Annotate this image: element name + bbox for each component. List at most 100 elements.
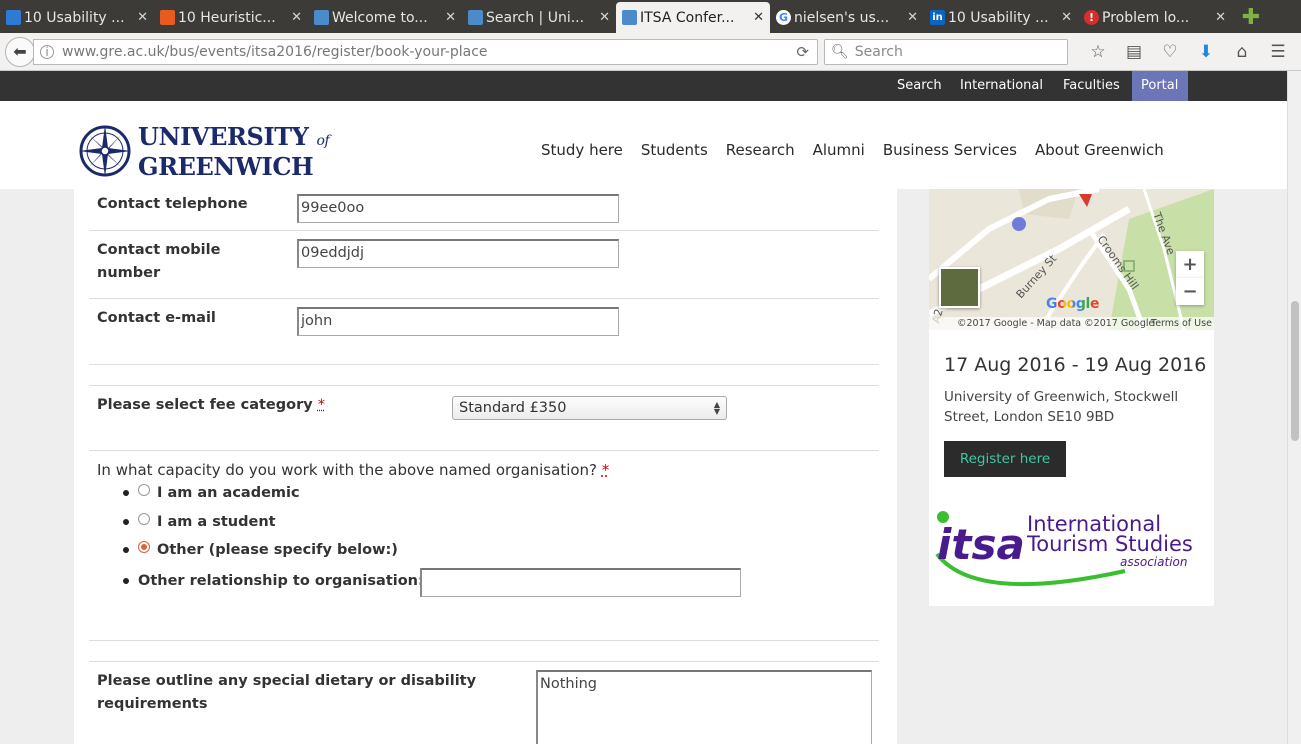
- search-icon: 🔍︎: [831, 43, 849, 60]
- itsa-line2: Tourism Studies: [1026, 532, 1193, 556]
- browser-tab[interactable]: Search | Uni... ✕: [462, 2, 616, 33]
- zoom-out-button[interactable]: −: [1176, 278, 1204, 305]
- nav-alumni[interactable]: Alumni: [804, 141, 874, 159]
- tab-title: Search | Uni...: [486, 9, 585, 26]
- browser-tab-bar: 10 Usability ... ✕ 10 Heuristic... ✕ Welco…: [0, 0, 1301, 33]
- scrollbar-thumb[interactable]: [1291, 301, 1299, 441]
- map-attribution: ©2017 Google - Map data ©2017 Google Ter…: [929, 317, 1214, 330]
- utility-link-search[interactable]: Search: [888, 71, 951, 101]
- booking-form: Contact telephone 99ee0oo Contact mobile…: [74, 189, 897, 744]
- telephone-label: Contact telephone: [97, 196, 248, 212]
- home-icon[interactable]: ⌂: [1224, 42, 1260, 62]
- browser-tab-active[interactable]: ITSA Confer... ✕: [616, 2, 770, 33]
- browser-search-input[interactable]: 🔍︎ Search: [824, 38, 1068, 65]
- browser-tab[interactable]: 10 Usability ... ✕: [0, 2, 154, 33]
- utility-link-international[interactable]: International: [951, 71, 1052, 101]
- logo-line2: GREENWICH: [138, 151, 314, 181]
- option-label: I am an academic: [157, 485, 300, 501]
- tab-favicon-icon: [622, 10, 637, 25]
- radio-academic[interactable]: [138, 484, 150, 496]
- nav-about-greenwich[interactable]: About Greenwich: [1026, 141, 1173, 159]
- radio-student[interactable]: [138, 513, 150, 525]
- close-tab-icon[interactable]: ✕: [1061, 10, 1072, 25]
- url-text: www.gre.ac.uk/bus/events/itsa2016/regist…: [62, 43, 488, 60]
- register-button[interactable]: Register here: [944, 441, 1066, 477]
- select-arrows-icon: ▲ ▼: [713, 400, 720, 416]
- satellite-toggle[interactable]: [939, 267, 980, 308]
- capacity-question: In what capacity do you work with the ab…: [97, 461, 610, 479]
- toolbar-icons: ☆ ▤ ♡ ⬇ ⌂ ☰: [1080, 42, 1296, 62]
- close-tab-icon[interactable]: ✕: [599, 10, 610, 25]
- close-tab-icon[interactable]: ✕: [1215, 10, 1226, 25]
- browser-nav-bar: ⬅ i www.gre.ac.uk/bus/events/itsa2016/re…: [0, 33, 1301, 71]
- nav-research[interactable]: Research: [717, 141, 804, 159]
- divider: [89, 640, 879, 641]
- map-attribution-text: ©2017 Google - Map data ©2017 Google: [957, 318, 1155, 329]
- search-placeholder: Search: [854, 43, 903, 60]
- email-field[interactable]: john: [297, 307, 619, 336]
- browser-tab[interactable]: 10 Heuristic... ✕: [154, 2, 308, 33]
- tab-title: Problem lo...: [1102, 9, 1190, 26]
- event-address: University of Greenwich, Stockwell Stree…: [944, 389, 1179, 425]
- tab-title: 10 Usability ...: [24, 9, 125, 26]
- main-nav: Study here Students Research Alumni Busi…: [532, 141, 1173, 159]
- bullet-icon: [123, 490, 129, 496]
- google-logo: Google: [1046, 296, 1100, 312]
- browser-tab[interactable]: ! Problem lo... ✕: [1078, 2, 1232, 33]
- close-tab-icon[interactable]: ✕: [753, 10, 764, 25]
- form-row-mobile: Contact mobile number 09eddjdj: [89, 231, 879, 299]
- telephone-field[interactable]: 99ee0oo: [297, 194, 619, 223]
- logo-of: of: [316, 132, 330, 149]
- form-row-dietary: Please outline any special dietary or di…: [89, 661, 879, 744]
- tab-title: Welcome to...: [332, 9, 428, 26]
- itsa-line3: association: [1120, 555, 1187, 569]
- option-student[interactable]: I am a student: [123, 513, 276, 530]
- tab-favicon-icon: G: [776, 10, 791, 25]
- close-tab-icon[interactable]: ✕: [907, 10, 918, 25]
- option-other[interactable]: Other (please specify below:): [123, 541, 398, 558]
- itsa-logo: itsa International Tourism Studies assoc…: [935, 511, 1193, 587]
- bullet-icon: [123, 578, 129, 584]
- close-tab-icon[interactable]: ✕: [137, 10, 148, 25]
- bookmark-star-icon[interactable]: ☆: [1080, 42, 1116, 62]
- reading-list-icon[interactable]: ▤: [1116, 42, 1152, 62]
- browser-tab[interactable]: Gnielsen's us... ✕: [770, 2, 924, 33]
- bullet-icon: [123, 547, 129, 553]
- browser-tab[interactable]: Welcome to... ✕: [308, 2, 462, 33]
- form-row-email: Contact e-mail john: [89, 299, 879, 365]
- page-scrollbar[interactable]: [1287, 71, 1301, 744]
- mobile-field[interactable]: 09eddjdj: [297, 239, 619, 268]
- utility-link-portal[interactable]: Portal: [1132, 71, 1188, 101]
- menu-icon[interactable]: ☰: [1260, 42, 1296, 62]
- tab-favicon-icon: [6, 10, 21, 25]
- back-arrow-icon[interactable]: ⬅: [5, 36, 35, 67]
- other-relationship-field[interactable]: [420, 568, 741, 597]
- zoom-in-button[interactable]: +: [1176, 251, 1204, 278]
- dietary-textarea[interactable]: Nothing: [536, 670, 872, 744]
- nav-business-services[interactable]: Business Services: [874, 141, 1026, 159]
- close-tab-icon[interactable]: ✕: [291, 10, 302, 25]
- university-logo[interactable]: UNIVERSITY of GREENWICH: [77, 121, 330, 181]
- logo-line1: UNIVERSITY: [138, 121, 309, 151]
- reload-icon[interactable]: ⟳: [796, 43, 809, 61]
- location-map[interactable]: Burney St Crooms Hill The Ave A2 + − Goo…: [929, 189, 1214, 330]
- new-tab-icon[interactable]: ✚: [1236, 2, 1266, 33]
- browser-tab[interactable]: in 10 Usability ... ✕: [924, 2, 1078, 33]
- map-terms-link[interactable]: Terms of Use: [1151, 318, 1212, 329]
- radio-other[interactable]: [138, 541, 150, 553]
- fee-category-select[interactable]: Standard £350 ▲ ▼: [452, 396, 727, 420]
- option-label: I am a student: [157, 514, 276, 530]
- nav-students[interactable]: Students: [632, 141, 717, 159]
- close-tab-icon[interactable]: ✕: [445, 10, 456, 25]
- tab-favicon-icon: [160, 10, 175, 25]
- site-header: UNIVERSITY of GREENWICH Study here Stude…: [0, 101, 1287, 189]
- site-info-icon[interactable]: i: [40, 44, 54, 59]
- option-label: Other (please specify below:): [157, 542, 398, 558]
- url-bar[interactable]: i www.gre.ac.uk/bus/events/itsa2016/regi…: [33, 38, 818, 65]
- dietary-label: Please outline any special dietary or di…: [97, 673, 477, 712]
- option-academic[interactable]: I am an academic: [123, 484, 300, 501]
- download-icon[interactable]: ⬇: [1188, 42, 1224, 62]
- utility-link-faculties[interactable]: Faculties: [1054, 71, 1129, 101]
- pocket-icon[interactable]: ♡: [1152, 42, 1188, 62]
- nav-study-here[interactable]: Study here: [532, 141, 632, 159]
